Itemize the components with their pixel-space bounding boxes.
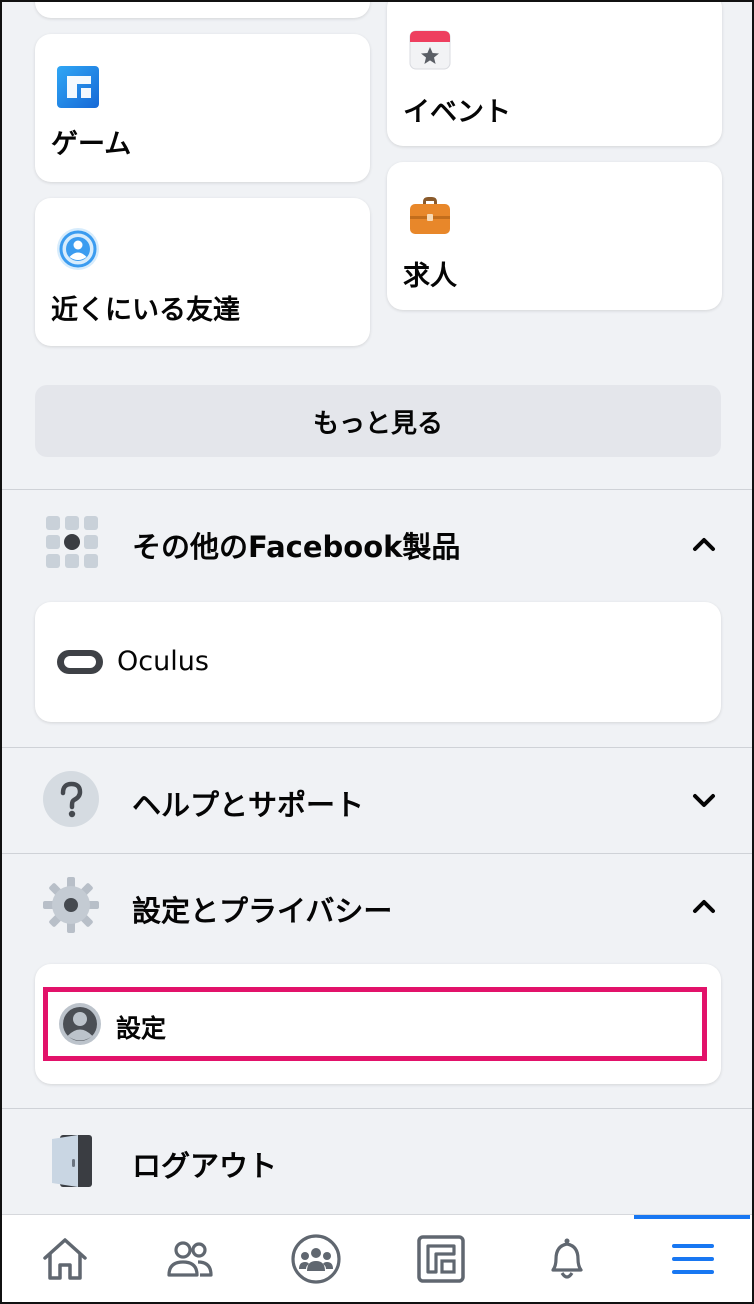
shortcut-game[interactable]: ゲーム <box>35 34 370 182</box>
chevron-up-icon[interactable] <box>690 892 718 920</box>
shortcut-nearby-label: 近くにいる友達 <box>51 295 240 326</box>
divider <box>2 1108 752 1109</box>
hamburger-menu-icon <box>672 1244 714 1274</box>
oculus-headset-icon <box>55 646 105 678</box>
section-other-products-title: その他のFacebook製品 <box>132 530 461 564</box>
menu-tab[interactable] <box>629 1215 752 1302</box>
section-help-title: ヘルプとサポート <box>132 788 365 822</box>
friends-icon <box>167 1241 213 1277</box>
shortcut-nearby-friends[interactable]: 近くにいる友達 <box>35 198 370 346</box>
question-mark-icon <box>42 770 100 828</box>
home-tab[interactable] <box>2 1215 127 1302</box>
shortcut-event[interactable]: イベント <box>387 2 722 146</box>
chevron-up-icon[interactable] <box>690 530 718 558</box>
settings-item[interactable]: 設定 <box>43 987 707 1061</box>
notifications-tab[interactable] <box>504 1215 629 1302</box>
shortcut-event-label: イベント <box>403 97 511 128</box>
logout-row[interactable]: ログアウト <box>2 1111 752 1211</box>
calendar-icon <box>407 27 453 73</box>
section-other-products[interactable]: その他のFacebook製品 <box>2 492 752 592</box>
bottom-tab-bar <box>2 1214 752 1302</box>
bell-icon <box>551 1238 583 1279</box>
section-settings-title: 設定とプライバシー <box>132 894 393 928</box>
divider <box>2 853 752 854</box>
profile-avatar-icon <box>58 1002 102 1046</box>
menu-screen: ゲーム 近くにいる友達 イベント 求人 もっと見る その他のFacebook製品… <box>0 0 754 1304</box>
groups-tab[interactable] <box>253 1215 378 1302</box>
gaming-tab[interactable] <box>378 1215 503 1302</box>
section-help-support[interactable]: ヘルプとサポート <box>2 750 752 850</box>
game-icon <box>55 64 101 110</box>
oculus-card[interactable]: Oculus <box>35 602 721 722</box>
divider <box>2 747 752 748</box>
apps-grid-icon <box>44 514 102 572</box>
logout-label: ログアウト <box>132 1149 278 1183</box>
shortcut-jobs-label: 求人 <box>403 261 457 292</box>
friends-tab[interactable] <box>127 1215 252 1302</box>
gaming-icon <box>417 1235 465 1283</box>
shortcut-game-label: ゲーム <box>51 129 132 160</box>
oculus-label: Oculus <box>117 646 209 677</box>
chevron-down-icon[interactable] <box>690 786 718 814</box>
nearby-friends-icon <box>55 226 101 272</box>
shortcut-jobs[interactable]: 求人 <box>387 162 722 310</box>
settings-label: 設定 <box>116 1014 167 1043</box>
door-icon <box>48 1133 94 1191</box>
partial-shortcut-card[interactable] <box>35 2 370 18</box>
groups-icon <box>291 1234 341 1284</box>
divider <box>2 489 752 490</box>
settings-card: 設定 <box>35 964 721 1084</box>
see-more-button[interactable]: もっと見る <box>35 385 721 457</box>
briefcase-icon <box>407 192 453 238</box>
gear-icon <box>42 876 100 934</box>
home-icon <box>43 1238 87 1280</box>
section-settings-privacy[interactable]: 設定とプライバシー <box>2 856 752 956</box>
